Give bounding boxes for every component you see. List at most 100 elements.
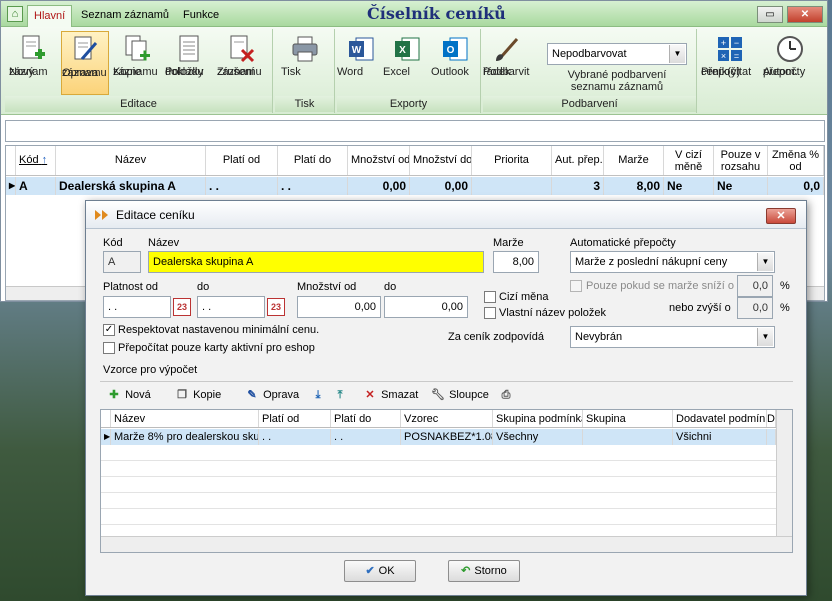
arrow-down-icon: ⤓	[315, 389, 321, 401]
ok-button[interactable]: ✔ OK	[344, 560, 416, 582]
app-home-icon[interactable]: ⌂	[7, 6, 23, 22]
auto-recalc-button[interactable]: Autom. přepočty	[763, 31, 817, 95]
ribbon-group-prepocty: + − × = Přepočítat ceník(y) Autom. přepočty	[699, 29, 823, 113]
cell-priorita	[472, 177, 552, 195]
quantity-from-field[interactable]: 0,00	[297, 296, 381, 318]
sg-col-plati-do[interactable]: Platí do	[331, 410, 401, 427]
col-header-zmena-od[interactable]: Změna % od	[768, 146, 824, 175]
col-header-nazev[interactable]: Název	[56, 146, 206, 175]
cell-mnozstvi-do: 0,00	[410, 177, 472, 195]
sg-col-dodavatel-podminka[interactable]: Dodavatel podmínka	[673, 410, 767, 427]
clock-icon	[777, 36, 803, 62]
col-header-aut-prep[interactable]: Aut. přep.	[552, 146, 604, 175]
delete-formula-button[interactable]: ✕ Smazat	[362, 386, 418, 404]
export-outlook-button[interactable]: O Outlook	[431, 31, 479, 95]
chevron-down-icon[interactable]: ▼	[669, 45, 685, 63]
responsible-select[interactable]: Nevybrán ▼	[570, 326, 775, 348]
margin-field[interactable]: 8,00	[493, 251, 539, 273]
export-excel-button[interactable]: X Excel	[383, 31, 431, 95]
close-button[interactable]: ✕	[787, 6, 823, 23]
tab-hlavni[interactable]: Hlavní	[27, 5, 73, 27]
move-down-button[interactable]: ⤓	[310, 386, 326, 404]
color-row-label-2: řádek	[483, 66, 511, 78]
row-color-select[interactable]: Nepodbarvovat ▼	[547, 43, 687, 65]
copy-formula-button[interactable]: ❐ Kopie	[174, 386, 221, 404]
title-bar: ⌂ Hlavní Seznam záznamů Funkce Číselník …	[1, 1, 827, 27]
formulas-vertical-scrollbar[interactable]	[776, 410, 792, 536]
formulas-row-indicator-header	[101, 410, 111, 427]
foreign-currency-checkbox[interactable]	[484, 291, 496, 303]
sg-col-skupina[interactable]: Skupina	[583, 410, 673, 427]
calendar-icon[interactable]: 23	[173, 298, 191, 316]
delete-record-button[interactable]: Zrušení záznamu	[217, 31, 265, 95]
table-row[interactable]: ▶ Marže 8% pro dealerskou skup . . . . P…	[101, 429, 776, 445]
sg-col-vzorec[interactable]: Vzorec	[401, 410, 493, 427]
tab-seznam-zaznamu[interactable]: Seznam záznamů	[75, 5, 175, 27]
valid-to-field[interactable]: . .	[197, 296, 265, 318]
print-formulas-button[interactable]: ⎙	[498, 386, 514, 404]
color-row-button[interactable]: Podbarvit řádek	[483, 31, 531, 95]
dialog-title: Editace ceníku	[116, 208, 195, 222]
new-record-button[interactable]: Nový záznam	[9, 31, 57, 95]
cancel-button[interactable]: ↶ Storno	[448, 560, 520, 582]
responsible-label: Za ceník zodpovídá	[448, 331, 545, 343]
col-header-mnozstvi-do[interactable]: Množství do	[410, 146, 472, 175]
export-word-button[interactable]: W Word	[337, 31, 385, 95]
move-up-button[interactable]: ⤒	[332, 386, 348, 404]
edit-formula-button[interactable]: ✎ Oprava	[244, 386, 299, 404]
custom-item-name-checkbox[interactable]	[484, 307, 496, 319]
col-header-cizi-mena[interactable]: V cizí měně	[664, 146, 714, 175]
edit-record-button[interactable]: Oprava záznamu	[61, 31, 109, 95]
valid-from-field[interactable]: . .	[103, 296, 171, 318]
increase-percent-field[interactable]: 0,0	[737, 297, 773, 319]
tab-funkce[interactable]: Funkce	[177, 5, 225, 27]
sg-cell-d	[767, 429, 776, 445]
columns-button[interactable]: 🔧︎ Sloupce	[430, 386, 489, 404]
copy-record-button[interactable]: Kopie záznamu	[113, 31, 161, 95]
edit-formula-label: Oprava	[263, 389, 300, 401]
restore-button[interactable]: ▭	[757, 6, 783, 23]
decrease-percent-field[interactable]: 0,0	[737, 275, 773, 297]
window-title: Číselník ceníků	[367, 4, 506, 23]
sg-col-d[interactable]: D	[767, 410, 776, 427]
col-header-plati-od[interactable]: Platí od	[206, 146, 278, 175]
or-increase-label: nebo zvýší o	[669, 302, 731, 314]
chevron-down-icon[interactable]: ▼	[757, 328, 773, 346]
sg-col-nazev[interactable]: Název	[111, 410, 259, 427]
document-items-button[interactable]: Položky dokladu	[165, 31, 213, 95]
filter-bar[interactable]	[5, 120, 825, 142]
dialog-close-button[interactable]: ✕	[766, 208, 796, 224]
svg-text:−: −	[734, 38, 739, 48]
col-header-priorita[interactable]: Priorita	[472, 146, 552, 175]
auto-recalc-label-2: přepočty	[763, 66, 806, 78]
copy-formula-label: Kopie	[193, 389, 222, 401]
col-header-kod[interactable]: Kód ↑	[16, 146, 56, 175]
group-label-tisk: Tisk	[275, 96, 334, 112]
recalculate-button[interactable]: + − × = Přepočítat ceník(y)	[701, 31, 759, 95]
respect-min-price-checkbox[interactable]: ✓	[103, 324, 115, 336]
new-formula-button[interactable]: ✚ Nová	[106, 386, 150, 404]
calendar-icon[interactable]: 23	[267, 298, 285, 316]
grid-row-indicator-header	[6, 146, 16, 175]
col-header-mnozstvi-od[interactable]: Množství od	[348, 146, 410, 175]
svg-text:W: W	[352, 45, 362, 56]
auto-recalc-select[interactable]: Marže z poslední nákupní ceny ▼	[570, 251, 775, 273]
col-header-plati-do[interactable]: Platí do	[278, 146, 348, 175]
cell-aut-prep: 3	[552, 177, 604, 195]
code-field[interactable]: A	[103, 251, 141, 273]
group-label-editace: Editace	[5, 96, 272, 112]
empty-row	[101, 510, 776, 525]
col-header-pouze-v-rozsahu[interactable]: Pouze v rozsahu	[714, 146, 768, 175]
sg-col-plati-od[interactable]: Platí od	[259, 410, 331, 427]
chevron-down-icon[interactable]: ▼	[757, 253, 773, 271]
quantity-to-field[interactable]: 0,00	[384, 296, 468, 318]
print-button[interactable]: Tisk	[281, 31, 329, 95]
eshop-only-checkbox[interactable]	[103, 342, 115, 354]
col-header-marze[interactable]: Marže	[604, 146, 664, 175]
only-if-margin-checkbox[interactable]	[570, 280, 582, 292]
formulas-horizontal-scrollbar[interactable]	[101, 536, 792, 552]
sg-col-skupina-podminka[interactable]: Skupina podmínka	[493, 410, 583, 427]
document-items-label-2: dokladu	[165, 66, 204, 78]
name-field[interactable]: Dealerska skupina A	[148, 251, 484, 273]
table-row[interactable]: ▶ A Dealerská skupina A . . . . 0,00 0,0…	[6, 177, 824, 195]
